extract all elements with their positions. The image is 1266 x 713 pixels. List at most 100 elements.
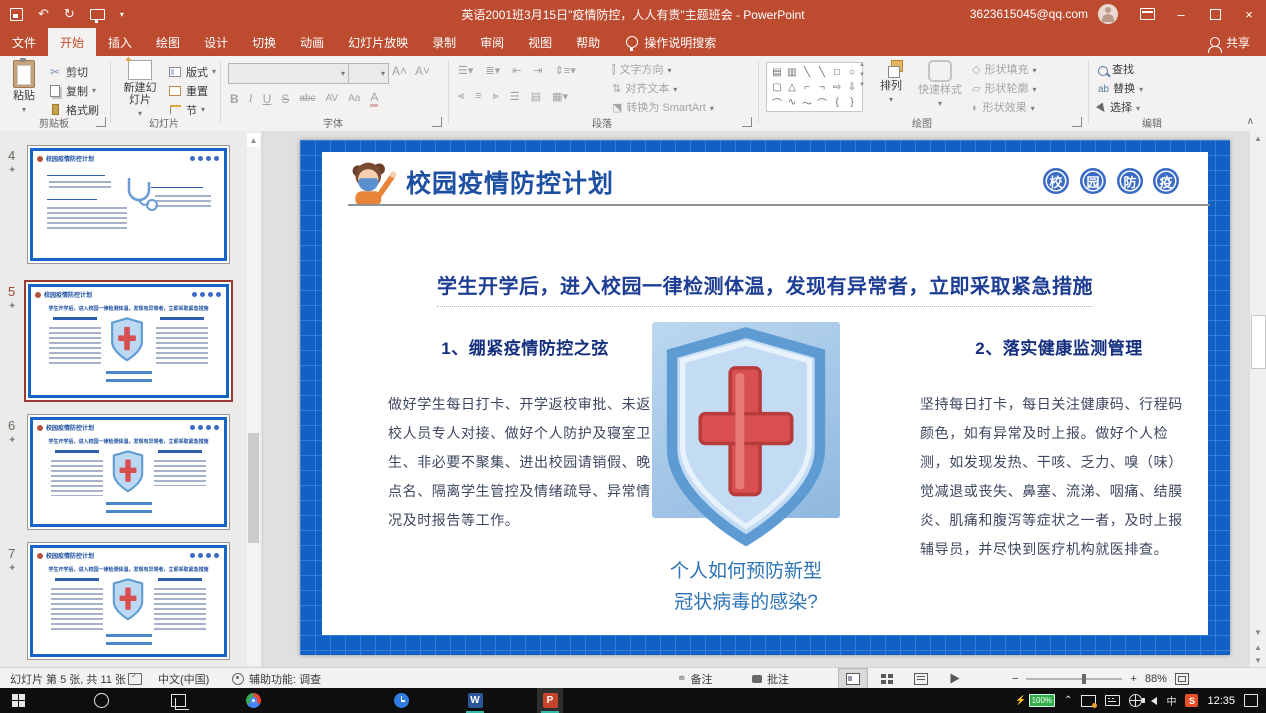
decrease-indent-button[interactable]: ⇤: [512, 64, 521, 77]
section-2-body[interactable]: 坚持每日打卡，每日关注健康码、行程码颜色，如有异常及时上报。做好个人检测，如发现…: [920, 390, 1194, 564]
tab-file[interactable]: 文件: [0, 28, 48, 56]
shield-caption[interactable]: 个人如何预防新型 冠状病毒的感染?: [580, 556, 912, 618]
tab-draw[interactable]: 绘图: [144, 28, 192, 56]
clock-app-taskbar-button[interactable]: [388, 688, 414, 713]
align-center-button[interactable]: ≡: [475, 90, 481, 103]
character-spacing-button[interactable]: AV: [325, 93, 338, 104]
display-notification-icon[interactable]: [1081, 695, 1096, 707]
tab-animations[interactable]: 动画: [288, 28, 336, 56]
align-left-button[interactable]: ⫷: [458, 90, 464, 103]
align-right-button[interactable]: ⫸: [493, 90, 499, 103]
shape-arc-icon[interactable]: ⌒: [770, 95, 784, 109]
minimize-button[interactable]: –: [1164, 0, 1198, 28]
clipboard-dialog-launcher[interactable]: [96, 117, 106, 127]
shape-scribble-icon[interactable]: ⌒: [815, 95, 829, 109]
canvas-scroll-down-icon[interactable]: ▼: [1250, 625, 1266, 640]
powerpoint-taskbar-button[interactable]: P: [537, 688, 563, 713]
tell-me-search[interactable]: 操作说明搜索: [626, 28, 716, 56]
slide-counter[interactable]: 幻灯片 第 5 张, 共 11 张: [10, 668, 126, 689]
paste-button[interactable]: 粘贴 ▾: [6, 60, 42, 116]
numbering-button[interactable]: ≣▾: [485, 64, 500, 77]
text-direction-button[interactable]: ⫿文字方向▾: [612, 61, 714, 80]
find-button[interactable]: 查找: [1098, 61, 1143, 80]
line-spacing-button[interactable]: ⇕≡▾: [555, 64, 576, 77]
shape-right-brace-icon[interactable]: }: [845, 95, 859, 109]
bullets-button[interactable]: ☰▾: [458, 64, 473, 77]
shape-right-arrow-icon[interactable]: ⇨: [830, 80, 844, 94]
accessibility-button[interactable]: 辅助功能: 调查: [232, 668, 321, 689]
drawing-dialog-launcher[interactable]: [1072, 117, 1082, 127]
cortana-button[interactable]: [88, 688, 114, 713]
underline-button[interactable]: U: [263, 92, 272, 106]
restore-button[interactable]: [1198, 0, 1232, 28]
slide-thumbnail-5-selected[interactable]: 校园疫情防控计划 学生开学后，进入校园一律检测体温，发现有异常者，立即采取紧急措…: [24, 280, 233, 402]
animation-star-icon[interactable]: ✦: [8, 435, 16, 446]
badge-fang[interactable]: 防: [1117, 168, 1143, 194]
shape-elbow-arrow-icon[interactable]: ¬: [815, 80, 829, 94]
shape-triangle-icon[interactable]: △: [785, 80, 799, 94]
notes-button[interactable]: ≐备注: [678, 668, 713, 689]
justify-button[interactable]: ☰: [510, 90, 520, 103]
shapes-more-icon[interactable]: ▼: [859, 82, 865, 88]
slide-thumbnail-4[interactable]: 校园疫情防控计划: [27, 145, 230, 264]
edge-taskbar-button[interactable]: [314, 688, 340, 713]
quick-styles-button[interactable]: 快速样式 ▾: [914, 60, 966, 110]
new-slide-button[interactable]: 新建幻灯片 ▾: [118, 60, 162, 120]
tray-expand-icon[interactable]: ⌃: [1064, 695, 1072, 706]
badge-yuan[interactable]: 园: [1080, 168, 1106, 194]
chrome-taskbar-button[interactable]: [240, 688, 266, 713]
section-1-heading[interactable]: 1、绷紧疫情防控之弦: [388, 334, 662, 359]
thumbnail-scrollbar[interactable]: ▲: [247, 133, 260, 665]
account-email[interactable]: 3623615045@qq.com: [970, 7, 1088, 21]
slide-title[interactable]: 校园疫情防控计划: [406, 164, 614, 200]
start-button[interactable]: [5, 688, 31, 713]
shape-vertical-textbox-icon[interactable]: ▥: [785, 65, 799, 79]
zoom-level[interactable]: 88%: [1145, 673, 1167, 685]
share-button[interactable]: 共享: [1194, 28, 1266, 56]
slide-thumbnail-7[interactable]: 校园疫情防控计划 学生开学后，进入校园一律检测体温，发现有异常者，立即采取紧急措…: [27, 542, 230, 660]
comments-button[interactable]: 批注: [752, 668, 789, 689]
avatar[interactable]: [1098, 4, 1118, 24]
slide-main-heading[interactable]: 学生开学后，进入校园一律检测体温，发现有异常者，立即采取紧急措施: [362, 270, 1168, 299]
next-slide-button[interactable]: ▼: [1250, 653, 1266, 668]
slideshow-view-button[interactable]: [940, 668, 970, 689]
close-button[interactable]: ×: [1232, 0, 1266, 28]
tab-help[interactable]: 帮助: [564, 28, 612, 56]
clock[interactable]: 12:35: [1207, 695, 1235, 707]
zoom-slider[interactable]: [1026, 678, 1122, 680]
zoom-out-button[interactable]: −: [1012, 673, 1018, 685]
tab-insert[interactable]: 插入: [96, 28, 144, 56]
sogou-input-icon[interactable]: S: [1185, 694, 1198, 707]
font-dialog-launcher[interactable]: [432, 117, 442, 127]
canvas-scrollbar-thumb[interactable]: [1251, 315, 1266, 369]
badge-xiao[interactable]: 校: [1043, 168, 1069, 194]
zoom-slider-thumb[interactable]: [1082, 674, 1086, 684]
section-2-heading[interactable]: 2、落实健康监测管理: [914, 334, 1204, 359]
cut-button[interactable]: ✂剪切: [48, 62, 99, 81]
volume-icon[interactable]: [1151, 697, 1157, 705]
action-center-icon[interactable]: [1244, 694, 1258, 707]
slide-surface[interactable]: 校园疫情防控计划 校 园 防 疫 学生开学后，进入校园一律检测体温，发现有异常者…: [322, 152, 1208, 635]
shape-left-brace-icon[interactable]: {: [830, 95, 844, 109]
tab-view[interactable]: 视图: [516, 28, 564, 56]
thumbnail-scroll-up-icon[interactable]: ▲: [247, 133, 260, 147]
customize-quick-access-icon[interactable]: ▾: [120, 10, 124, 19]
normal-view-button[interactable]: [838, 668, 868, 689]
layout-button[interactable]: 版式▾: [168, 62, 216, 81]
collapse-ribbon-icon[interactable]: ∧: [1247, 116, 1254, 127]
tab-review[interactable]: 审阅: [468, 28, 516, 56]
word-taskbar-button[interactable]: W: [462, 688, 488, 713]
shape-rectangle-icon[interactable]: □: [830, 65, 844, 79]
align-text-button[interactable]: ⇅对齐文本▾: [612, 80, 714, 99]
zoom-in-button[interactable]: +: [1130, 673, 1136, 685]
tab-transitions[interactable]: 切换: [240, 28, 288, 56]
shield-cross-image[interactable]: [658, 324, 834, 556]
shapes-gallery[interactable]: ▤ ▥ ╲ ╲ □ ○ ▢ △ ⌐ ¬ ⇨ ⇩ ⌒ ∿ ～ ⌒ { }: [766, 62, 863, 112]
ribbon-display-options-button[interactable]: [1130, 0, 1164, 28]
tab-design[interactable]: 设计: [192, 28, 240, 56]
tab-home[interactable]: 开始: [48, 28, 96, 56]
font-color-button[interactable]: A: [370, 90, 378, 107]
badge-yi[interactable]: 疫: [1153, 168, 1179, 194]
animation-star-icon[interactable]: ✦: [8, 165, 16, 176]
shape-rounded-rect-icon[interactable]: ▢: [770, 80, 784, 94]
